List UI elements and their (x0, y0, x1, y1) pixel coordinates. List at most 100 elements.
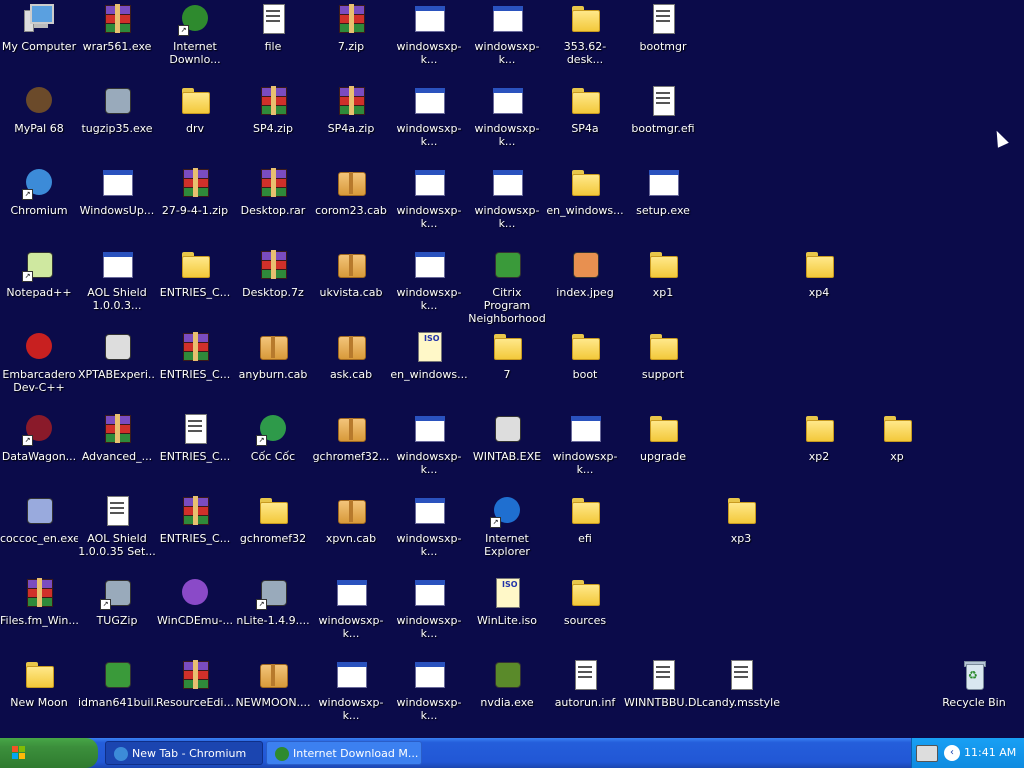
desktop-icon-wrar561-exe[interactable]: wrar561.exe (78, 2, 156, 82)
desktop-icon-desktop-rar[interactable]: Desktop.rar (234, 166, 312, 246)
desktop-icon-xpvn-cab[interactable]: xpvn.cab (312, 494, 390, 574)
desktop-icon-label: idman641buil... (78, 696, 156, 709)
desktop-icon-drv[interactable]: drv (156, 84, 234, 164)
desktop-icon-ask-cab[interactable]: ask.cab (312, 330, 390, 410)
desktop-icon-windowsxp-k[interactable]: windowsxp-k... (390, 248, 468, 328)
desktop-icon-label: anyburn.cab (238, 368, 308, 381)
desktop-icon-nvdia-exe[interactable]: nvdia.exe (468, 658, 546, 738)
desktop-icon-windowsxp-k[interactable]: windowsxp-k... (390, 166, 468, 246)
desktop-icon-citrix-program[interactable]: Citrix Program Neighborhood (468, 248, 546, 328)
desktop-icon-7-zip[interactable]: 7.zip (312, 2, 390, 82)
desktop-icon-idman641buil[interactable]: idman641buil... (78, 658, 156, 738)
show-hidden-icons-chevron-icon[interactable]: ‹ (944, 745, 960, 761)
desktop-icon-windowsup[interactable]: WindowsUp... (78, 166, 156, 246)
desktop-icon-windowsxp-k[interactable]: windowsxp-k... (390, 412, 468, 492)
desktop-icon-xp1[interactable]: xp1 (624, 248, 702, 328)
start-button[interactable] (0, 738, 98, 768)
desktop-icon-entries-c[interactable]: ENTRIES_C... (156, 494, 234, 574)
desktop-icon-winntbbu-dll[interactable]: WINNTBBU.DLL (624, 658, 702, 738)
desktop-icon-advanced[interactable]: Advanced_... (78, 412, 156, 492)
desktop-icon-upgrade[interactable]: upgrade (624, 412, 702, 492)
taskbar-button-internet-download-manager[interactable]: Internet Download M... (266, 741, 422, 765)
taskbar-button-chromium[interactable]: New Tab - Chromium (105, 741, 263, 765)
desktop-icon-file[interactable]: file (234, 2, 312, 82)
desktop-icon-xp2[interactable]: xp2 (780, 412, 858, 492)
desktop-icon-aol-shield[interactable]: AOL Shield 1.0.0.3... (78, 248, 156, 328)
desktop-icon-windowsxp-k[interactable]: windowsxp-k... (390, 494, 468, 574)
desktop-icon-winlite-iso[interactable]: ISO WinLite.iso (468, 576, 546, 656)
desktop-icon-c-c-c-c[interactable]: ↗ Cốc Cốc (234, 412, 312, 492)
desktop-icon-gchromef32[interactable]: gchromef32... (312, 412, 390, 492)
desktop-icon-index-jpeg[interactable]: index.jpeg (546, 248, 624, 328)
desktop-icon-windowsxp-k[interactable]: windowsxp-k... (390, 84, 468, 164)
desktop-icon-resourceedi[interactable]: ResourceEdi... (156, 658, 234, 738)
desktop-icon-xp[interactable]: xp (858, 412, 936, 492)
desktop-icon-internet[interactable]: ↗ Internet Explorer (468, 494, 546, 574)
desktop-icon-setup-exe[interactable]: setup.exe (624, 166, 702, 246)
desktop-icon-gchromef32[interactable]: gchromef32 (234, 494, 312, 574)
desktop-icon-aol-shield[interactable]: AOL Shield 1.0.0.35 Set... (78, 494, 156, 574)
desktop-icon-wincdemu[interactable]: WinCDEmu-... (156, 576, 234, 656)
desktop-icon-chromium[interactable]: ↗ Chromium (0, 166, 78, 246)
desktop-icon-353-62-desk[interactable]: 353.62-desk... (546, 2, 624, 82)
desktop-icon-windowsxp-k[interactable]: windowsxp-k... (390, 2, 468, 82)
desktop-icon-coccoc-en-exe[interactable]: coccoc_en.exe (0, 494, 78, 574)
desktop-icon-newmoon[interactable]: NEWMOON.... (234, 658, 312, 738)
desktop-icon-nlite-1-4-9[interactable]: ↗ nLite-1.4.9.... (234, 576, 312, 656)
desktop-icon-efi[interactable]: efi (546, 494, 624, 574)
desktop-icon-entries-c[interactable]: ENTRIES_C... (156, 330, 234, 410)
desktop-icon-corom23-cab[interactable]: corom23.cab (312, 166, 390, 246)
desktop-icon-windowsxp-k[interactable]: windowsxp-k... (546, 412, 624, 492)
desktop-icon-sp4a-zip[interactable]: SP4a.zip (312, 84, 390, 164)
desktop-icon-recycle-bin[interactable]: ♻ Recycle Bin (935, 658, 1013, 738)
clock[interactable]: 11:41 AM (964, 738, 1016, 768)
desktop-icon-anyburn-cab[interactable]: anyburn.cab (234, 330, 312, 410)
application-window-icon (412, 412, 446, 446)
desktop-icon-windowsxp-k[interactable]: windowsxp-k... (468, 2, 546, 82)
desktop-icon-bootmgr-efi[interactable]: bootmgr.efi (624, 84, 702, 164)
desktop-icon-windowsxp-k[interactable]: windowsxp-k... (390, 658, 468, 738)
desktop-icon-tugzip35-exe[interactable]: tugzip35.exe (78, 84, 156, 164)
desktop-icon-bootmgr[interactable]: bootmgr (624, 2, 702, 82)
shortcut-arrow-icon: ↗ (100, 599, 111, 610)
desktop-icon-windowsxp-k[interactable]: windowsxp-k... (468, 166, 546, 246)
desktop-icon-files-fm-win[interactable]: Files.fm_Win... (0, 576, 78, 656)
desktop-icon-en-windows[interactable]: ISO en_windows... (390, 330, 468, 410)
desktop-icon-my-computer[interactable]: My Computer (0, 2, 78, 82)
desktop-icon-windowsxp-k[interactable]: windowsxp-k... (390, 576, 468, 656)
desktop-icon-windowsxp-k[interactable]: windowsxp-k... (468, 84, 546, 164)
desktop-icon-wintab-exe[interactable]: WINTAB.EXE (468, 412, 546, 492)
keyboard-icon[interactable] (916, 745, 938, 762)
desktop-icon-label: WinLite.iso (477, 614, 537, 627)
desktop-icon-candy-msstyles[interactable]: candy.msstyles (702, 658, 780, 738)
system-tray: ‹ 11:41 AM (911, 738, 1024, 768)
desktop-icon-en-windows[interactable]: en_windows... (546, 166, 624, 246)
desktop-icon-mypal-68[interactable]: MyPal 68 (0, 84, 78, 164)
desktop-icon-xp3[interactable]: xp3 (702, 494, 780, 574)
desktop-icon-label: ukvista.cab (319, 286, 383, 299)
desktop-icon-datawagon[interactable]: ↗ DataWagon... (0, 412, 78, 492)
desktop-icon-sources[interactable]: sources (546, 576, 624, 656)
desktop-icon-new-moon[interactable]: New Moon (0, 658, 78, 738)
desktop-icon-windowsxp-k[interactable]: windowsxp-k... (312, 658, 390, 738)
desktop-icon-7[interactable]: 7 (468, 330, 546, 410)
desktop-icon-xp4[interactable]: xp4 (780, 248, 858, 328)
desktop-icon-tugzip[interactable]: ↗ TUGZip (78, 576, 156, 656)
wincdemu-icon (178, 576, 212, 610)
desktop-icon-sp4-zip[interactable]: SP4.zip (234, 84, 312, 164)
desktop-icon-desktop-7z[interactable]: Desktop.7z (234, 248, 312, 328)
desktop-icon-windowsxp-k[interactable]: windowsxp-k... (312, 576, 390, 656)
desktop-icon-support[interactable]: support (624, 330, 702, 410)
desktop-icon-27-9-4-1-zip[interactable]: 27-9-4-1.zip (156, 166, 234, 246)
desktop-icon-sp4a[interactable]: SP4a (546, 84, 624, 164)
desktop-icon-entries-c[interactable]: ENTRIES_C... (156, 412, 234, 492)
winrar-archive-icon (178, 330, 212, 364)
desktop-icon-boot[interactable]: boot (546, 330, 624, 410)
desktop-icon-autorun-inf[interactable]: autorun.inf (546, 658, 624, 738)
desktop-icon-embarcadero[interactable]: Embarcadero Dev-C++ (0, 330, 78, 410)
desktop-icon-notepad[interactable]: ↗ Notepad++ (0, 248, 78, 328)
desktop-icon-internet[interactable]: ↗ Internet Downlo... (156, 2, 234, 82)
desktop-icon-entries-c[interactable]: ENTRIES_C... (156, 248, 234, 328)
desktop-icon-xptabexperi[interactable]: XPTABExperi... (78, 330, 156, 410)
desktop-icon-ukvista-cab[interactable]: ukvista.cab (312, 248, 390, 328)
